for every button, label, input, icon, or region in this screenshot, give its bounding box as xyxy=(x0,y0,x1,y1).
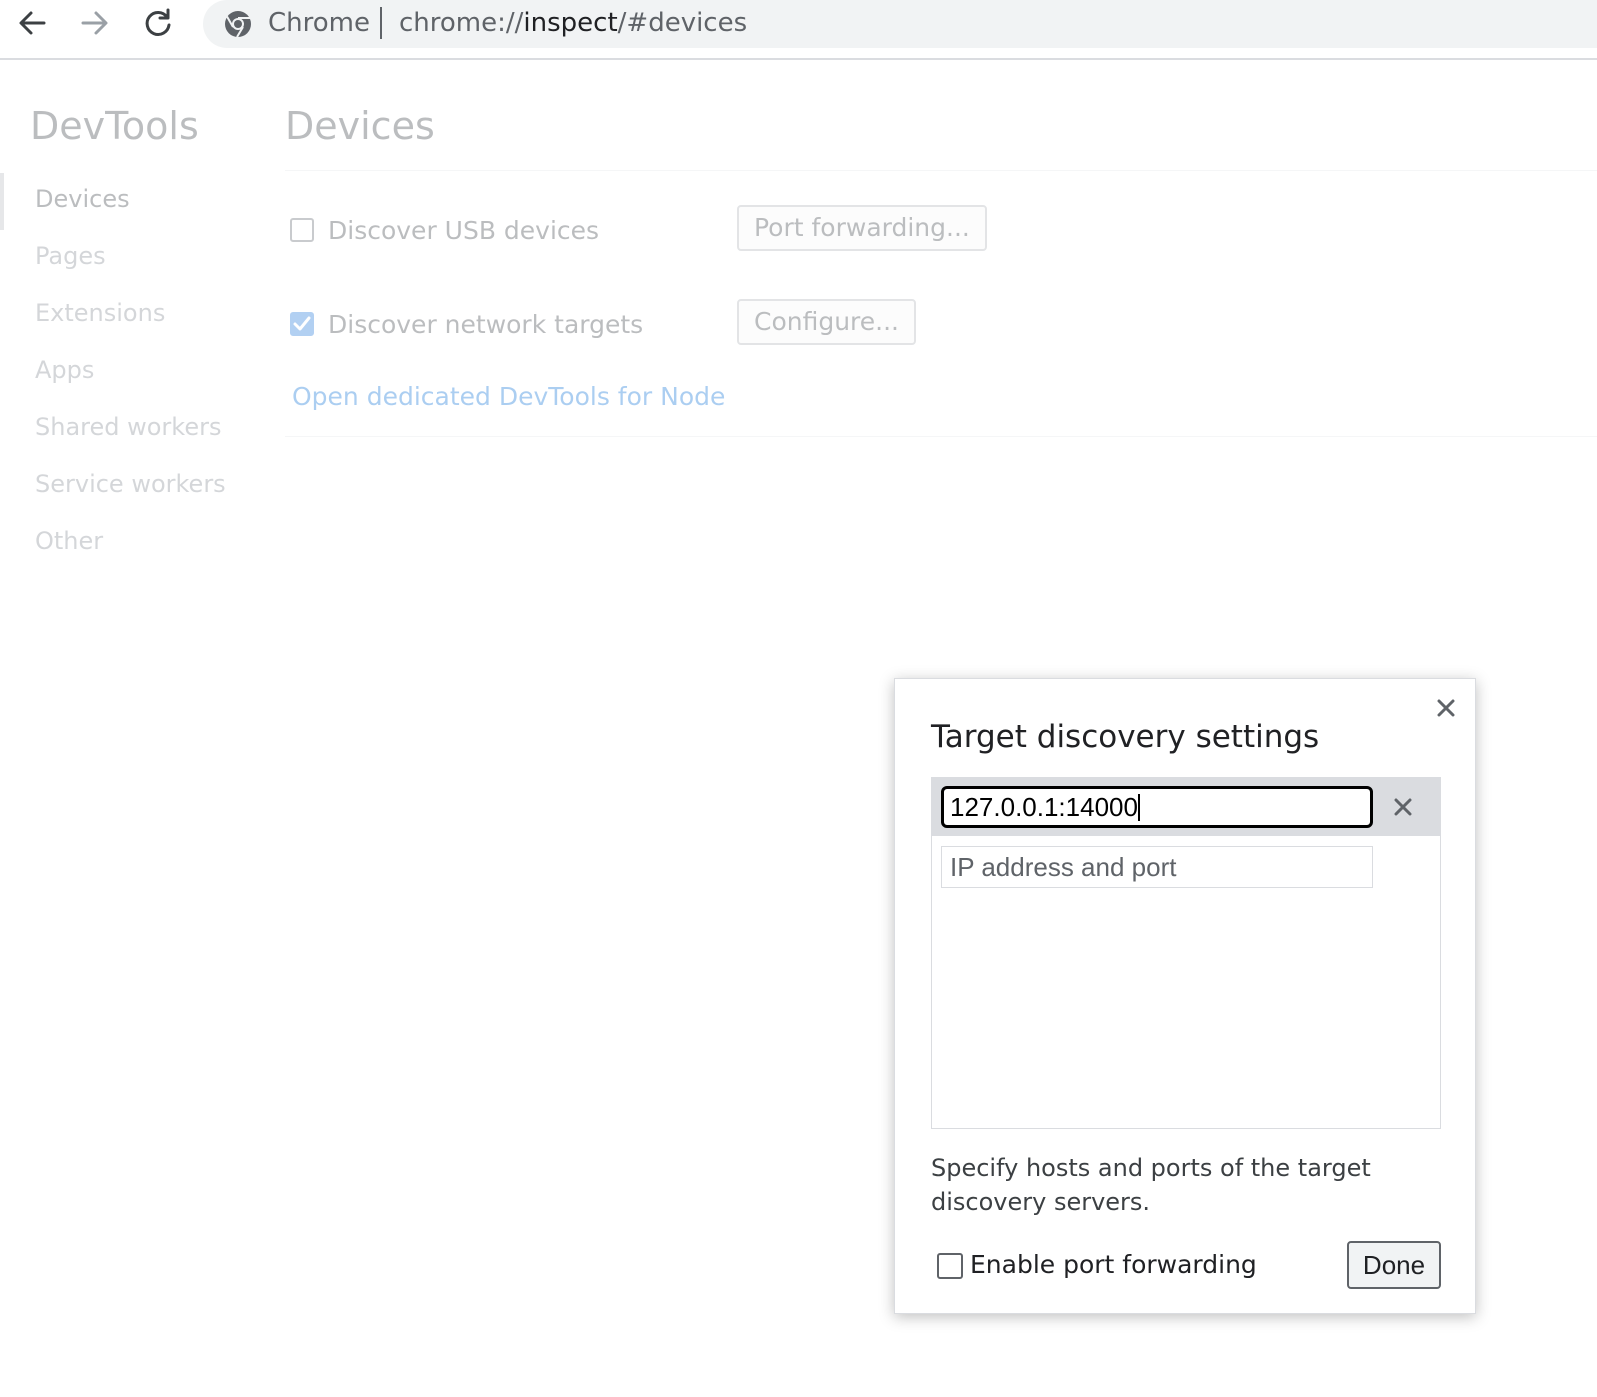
target-list-row: 127.0.0.1:14000 xyxy=(932,778,1440,836)
title-divider xyxy=(285,170,1597,171)
remove-target-button[interactable] xyxy=(1390,794,1416,820)
url-host: inspect xyxy=(523,8,618,38)
enable-port-forwarding-label: Enable port forwarding xyxy=(970,1250,1257,1279)
usb-discovery-label: Discover USB devices xyxy=(328,215,600,245)
node-devtools-link[interactable]: Open dedicated DevTools for Node xyxy=(292,382,725,411)
arrow-left-icon xyxy=(19,11,46,35)
sidebar-item-other[interactable]: Other xyxy=(0,515,260,572)
usb-discovery-checkbox[interactable] xyxy=(290,218,314,242)
omnibox[interactable]: Chrome chrome://inspect/#devices xyxy=(203,0,1597,48)
usb-discovery-row: Discover USB devices xyxy=(290,207,599,253)
dialog-close-button[interactable] xyxy=(1433,695,1459,721)
network-discovery-checkbox[interactable] xyxy=(290,312,314,336)
enable-port-forwarding-checkbox[interactable] xyxy=(937,1253,963,1279)
url-path: /#devices xyxy=(617,8,748,38)
url-scheme: chrome:// xyxy=(399,8,524,38)
sidebar-item-shared-workers[interactable]: Shared workers xyxy=(0,401,260,458)
back-button[interactable] xyxy=(14,5,50,41)
target-address-value: 127.0.0.1:14000 xyxy=(950,792,1138,822)
network-discovery-row: Discover network targets xyxy=(290,301,643,347)
sidebar-title: DevTools xyxy=(30,104,199,148)
dialog-help-text: Specify hosts and ports of the target di… xyxy=(931,1154,1371,1216)
done-button[interactable]: Done xyxy=(1347,1241,1441,1289)
target-list: 127.0.0.1:14000 IP address and port xyxy=(931,777,1441,1129)
arrow-right-icon xyxy=(81,11,108,35)
chrome-icon xyxy=(225,11,251,38)
network-discovery-label: Discover network targets xyxy=(328,309,644,339)
sidebar-item-pages[interactable]: Pages xyxy=(0,230,260,287)
target-discovery-dialog: Target discovery settings 127.0.0.1:1400… xyxy=(894,678,1476,1314)
port-forwarding-button[interactable]: Port forwarding... xyxy=(737,205,987,251)
dialog-title: Target discovery settings xyxy=(931,719,1320,755)
browser-toolbar: Chrome chrome://inspect/#devices xyxy=(0,0,1597,60)
sidebar-item-apps[interactable]: Apps xyxy=(0,344,260,401)
site-chip: Chrome xyxy=(268,8,370,38)
sidebar-nav: Devices Pages Extensions Apps Shared wor… xyxy=(0,173,260,572)
reload-button[interactable] xyxy=(140,5,176,41)
sidebar-item-extensions[interactable]: Extensions xyxy=(0,287,260,344)
omnibox-divider xyxy=(380,7,382,39)
close-icon xyxy=(1437,699,1455,717)
sidebar-item-devices[interactable]: Devices xyxy=(0,173,260,230)
configure-button[interactable]: Configure... xyxy=(737,299,917,345)
reload-icon xyxy=(145,8,171,36)
target-address-input[interactable]: 127.0.0.1:14000 xyxy=(941,786,1373,828)
forward-button[interactable] xyxy=(77,5,113,41)
url-text[interactable]: chrome://inspect/#devices xyxy=(399,6,747,40)
page-title: Devices xyxy=(285,104,435,148)
new-target-input[interactable]: IP address and port xyxy=(941,846,1373,888)
section-divider xyxy=(285,436,1597,437)
text-caret xyxy=(1137,794,1140,821)
close-icon xyxy=(1394,798,1412,816)
sidebar-item-service-workers[interactable]: Service workers xyxy=(0,458,260,515)
checkmark-icon xyxy=(293,316,311,331)
